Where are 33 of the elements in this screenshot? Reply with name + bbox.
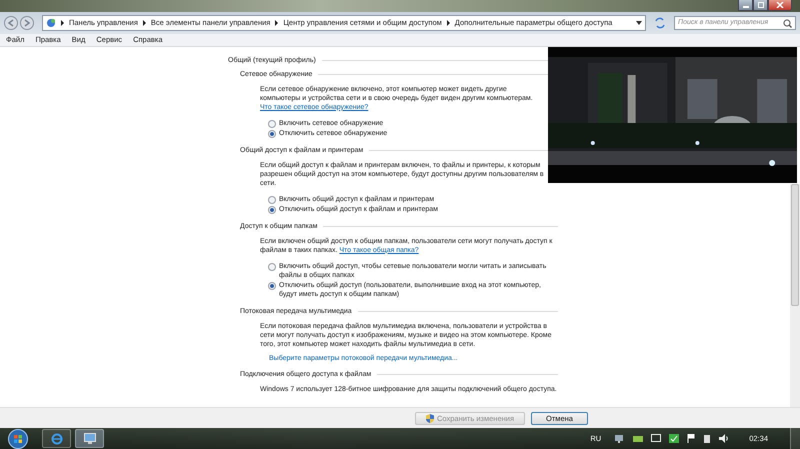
- scrollbar[interactable]: [790, 184, 800, 408]
- radio-button[interactable]: [268, 282, 276, 290]
- monitor-icon: [84, 433, 96, 444]
- radio-button[interactable]: [268, 262, 276, 271]
- network-icon[interactable]: [615, 434, 626, 443]
- minimize-button[interactable]: [738, 0, 753, 11]
- control-panel-icon: [46, 18, 56, 28]
- shield-icon: [426, 414, 434, 423]
- window-icon[interactable]: [651, 434, 662, 443]
- flag-icon[interactable]: [687, 434, 696, 443]
- speaker-icon[interactable]: [719, 434, 730, 443]
- radio-button[interactable]: [268, 130, 276, 138]
- globe-icon: [50, 432, 62, 444]
- radio-button[interactable]: [268, 206, 276, 214]
- show-desktop-button[interactable]: [790, 428, 800, 449]
- window-taskbar-button[interactable]: [75, 429, 104, 448]
- close-button[interactable]: [768, 0, 792, 11]
- check-icon[interactable]: [669, 434, 680, 443]
- dropdown-icon[interactable]: [636, 20, 642, 25]
- radio-button[interactable]: [268, 196, 276, 204]
- maximize-button[interactable]: [753, 0, 768, 11]
- search-icon: [783, 18, 792, 28]
- chevron-icon: [60, 20, 65, 26]
- back-button[interactable]: [4, 16, 18, 30]
- browser-taskbar-button[interactable]: [42, 429, 71, 448]
- maximize-icon: [756, 2, 764, 8]
- forward-button[interactable]: [20, 16, 34, 30]
- chevron-icon: [274, 20, 280, 26]
- start-button[interactable]: [8, 428, 28, 448]
- radio-button[interactable]: [268, 120, 276, 128]
- chevron-icon: [142, 20, 147, 26]
- chevron-icon: [446, 20, 451, 26]
- close-icon: [776, 2, 784, 8]
